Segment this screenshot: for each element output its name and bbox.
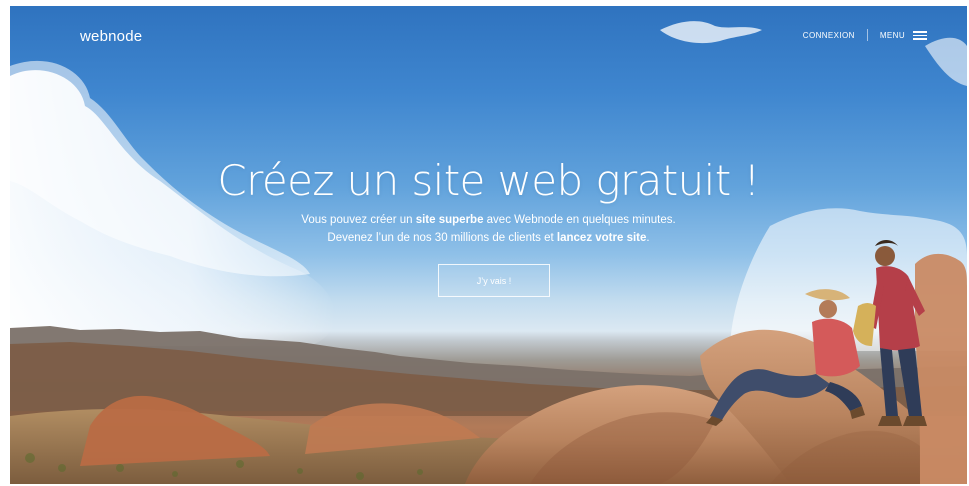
nav-separator [866, 29, 868, 41]
hero-subtitle-line-2: Devenez l’un de nos 30 millions de clien… [10, 229, 967, 247]
hero-subtitle: Vous pouvez créer un site superbe avec W… [10, 211, 967, 247]
top-navigation: CONNEXION MENU [803, 29, 927, 41]
subtitle-text: Devenez l’un de nos 30 millions de clien… [327, 232, 557, 244]
hero-title: Créez un site web gratuit ! [217, 156, 760, 205]
hamburger-menu-icon [913, 30, 927, 40]
cta-button[interactable]: J’y vais ! [438, 264, 550, 297]
menu-button[interactable]: MENU [880, 30, 927, 40]
site-header: webnode CONNEXION MENU [10, 6, 967, 62]
subtitle-emphasis: site superbe [415, 214, 484, 226]
subtitle-text: . [646, 232, 650, 244]
webnode-logo[interactable]: webnode [80, 28, 142, 45]
subtitle-text: Vous pouvez créer un [301, 214, 416, 226]
background-pinnacle [915, 253, 967, 484]
subtitle-emphasis: lancez votre site [556, 232, 647, 244]
page-frame: webnode CONNEXION MENU Créez un site web… [10, 6, 967, 484]
menu-label: MENU [879, 30, 905, 40]
subtitle-text: avec Webnode en quelques minutes. [483, 214, 676, 226]
hero-subtitle-line-1: Vous pouvez créer un site superbe avec W… [10, 211, 967, 229]
login-link[interactable]: CONNEXION [803, 31, 855, 40]
